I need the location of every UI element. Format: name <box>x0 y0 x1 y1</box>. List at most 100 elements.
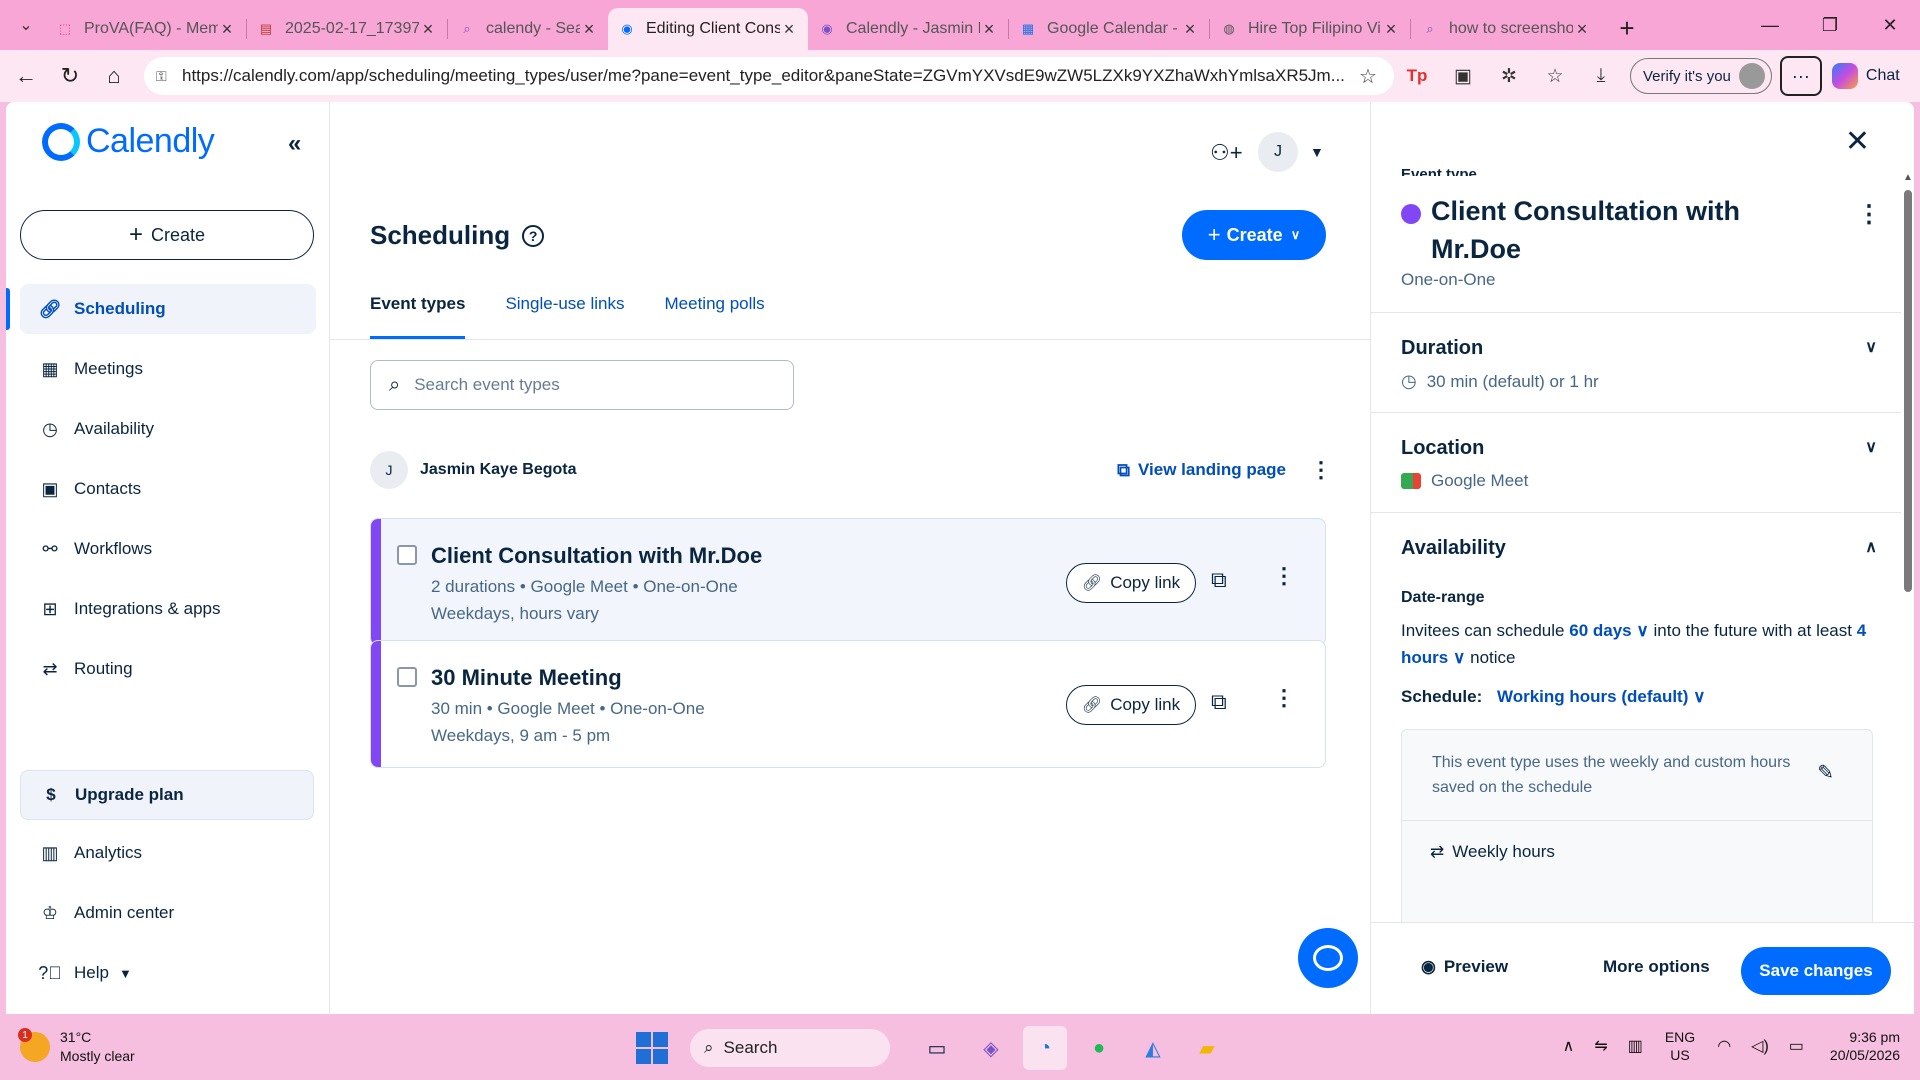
site-info-icon[interactable]: ⚿ <box>156 68 182 85</box>
tray-app-icon[interactable]: ▥ <box>1628 1036 1643 1056</box>
save-changes-button[interactable]: Save changes <box>1741 947 1891 995</box>
preview-button[interactable]: ◉ Preview <box>1421 957 1508 977</box>
browser-tab-1[interactable]: ⬚ ProVA(FAQ) - Mem × <box>46 10 246 48</box>
support-chat-button[interactable] <box>1298 928 1358 988</box>
event-checkbox[interactable] <box>397 545 417 565</box>
search-input[interactable] <box>414 375 755 395</box>
share-icon[interactable]: ⧉ <box>1211 689 1227 715</box>
sidebar-item-analytics[interactable]: ▥ Analytics <box>20 828 316 878</box>
wifi-icon[interactable]: ◠ <box>1717 1036 1731 1056</box>
close-icon[interactable]: × <box>1382 19 1400 40</box>
collapse-sidebar-icon[interactable]: « <box>288 130 301 158</box>
event-name[interactable]: Client Consultation with Mr.Doe <box>431 543 762 569</box>
event-checkbox[interactable] <box>397 667 417 687</box>
duration-section[interactable]: Duration ∨ ◷ 30 min (default) or 1 hr <box>1371 312 1901 412</box>
close-icon[interactable]: × <box>419 19 437 40</box>
caret-down-icon[interactable]: ▼ <box>1310 144 1324 160</box>
close-window-icon[interactable]: ✕ <box>1860 0 1920 50</box>
sidebar-item-availability[interactable]: ◷ Availability <box>20 404 316 454</box>
event-name[interactable]: 30 Minute Meeting <box>431 665 622 691</box>
create-event-button[interactable]: + Create ∨ <box>1182 210 1326 260</box>
tab-single-use-links[interactable]: Single-use links <box>505 292 624 342</box>
close-icon[interactable]: × <box>1573 19 1591 40</box>
sidebar-item-meetings[interactable]: ▦ Meetings <box>20 344 316 394</box>
upgrade-plan-button[interactable]: $ Upgrade plan <box>20 770 314 820</box>
chevron-up-icon[interactable]: ∧ <box>1865 537 1877 557</box>
sidebar-item-integrations[interactable]: ⊞ Integrations & apps <box>20 584 316 634</box>
view-landing-page-link[interactable]: ⧉ View landing page <box>1117 460 1286 481</box>
browser-tab-3[interactable]: ⌕ calendy - Search × <box>448 10 608 48</box>
battery-icon[interactable]: ▭ <box>1789 1036 1804 1056</box>
close-icon[interactable]: × <box>580 19 598 40</box>
days-dropdown[interactable]: 60 days ∨ <box>1569 621 1649 640</box>
back-button[interactable]: ← <box>4 56 48 96</box>
sidebar-create-button[interactable]: + Create <box>20 210 314 260</box>
edge-browser-icon[interactable]: ◔ <box>1023 1026 1067 1070</box>
browser-tab-6[interactable]: ▦ Google Calendar - × <box>1009 10 1209 48</box>
url-text[interactable]: https://calendly.com/app/scheduling/meet… <box>182 66 1354 86</box>
minimize-icon[interactable]: — <box>1740 0 1800 50</box>
more-options-button[interactable]: More options <box>1603 957 1710 977</box>
volume-icon[interactable]: ◁) <box>1751 1036 1769 1056</box>
tab-list-button[interactable]: ⌄ <box>6 8 46 42</box>
extension-icon[interactable]: ▣ <box>1440 56 1486 96</box>
spotify-icon[interactable]: ● <box>1077 1026 1121 1070</box>
browser-tab-2[interactable]: ▤ 2025-02-17_17397 × <box>247 10 447 48</box>
event-color-dot[interactable] <box>1401 204 1421 224</box>
tab-event-types[interactable]: Event types <box>370 292 466 342</box>
close-icon[interactable]: × <box>980 19 998 40</box>
verify-profile-button[interactable]: Verify it's you <box>1630 58 1772 94</box>
sidebar-item-workflows[interactable]: ⚯ Workflows <box>20 524 316 574</box>
language-indicator[interactable]: ENG US <box>1665 1028 1695 1064</box>
close-icon[interactable]: × <box>218 19 236 40</box>
favorites-icon[interactable]: ☆ <box>1532 56 1578 96</box>
task-view-icon[interactable]: ▭ <box>915 1026 959 1070</box>
windows-start-icon[interactable] <box>636 1032 668 1064</box>
tray-app-icon[interactable]: ⇋ <box>1594 1036 1607 1056</box>
close-icon[interactable]: × <box>1181 19 1199 40</box>
chevron-down-icon[interactable]: ∨ <box>1865 337 1877 357</box>
photos-icon[interactable]: ◭ <box>1131 1026 1175 1070</box>
weather-widget[interactable]: 1 31°C Mostly clear <box>18 1028 135 1066</box>
chevron-up-icon[interactable]: ∧ <box>1563 1036 1575 1056</box>
home-button[interactable]: ⌂ <box>92 56 136 96</box>
sidebar-item-admin-center[interactable]: ♔ Admin center <box>20 888 316 938</box>
chevron-down-icon[interactable]: ∨ <box>1865 437 1877 457</box>
help-icon[interactable]: ? <box>522 224 545 247</box>
more-vertical-icon[interactable]: ⋮ <box>1857 200 1881 229</box>
sidebar-item-scheduling[interactable]: 🔗︎ Scheduling <box>6 284 316 334</box>
browser-tab-7[interactable]: ◍ Hire Top Filipino Vi × <box>1210 10 1410 48</box>
schedule-dropdown[interactable]: Working hours (default) ∨ <box>1497 687 1706 706</box>
event-type-card[interactable]: 30 Minute Meeting 30 min • Google Meet •… <box>370 640 1326 768</box>
more-vertical-icon[interactable]: ⋮ <box>1273 685 1295 711</box>
panel-scrollbar[interactable]: ▲ ▼ <box>1903 172 1913 932</box>
event-type-card[interactable]: Client Consultation with Mr.Doe 2 durati… <box>370 518 1326 646</box>
browser-tab-8[interactable]: ⌕ how to screenshot × <box>1411 10 1601 48</box>
copilot-chat-button[interactable]: Chat <box>1831 63 1900 89</box>
download-icon[interactable]: ⤓ <box>1578 56 1624 96</box>
close-icon[interactable]: × <box>780 19 798 40</box>
location-section[interactable]: Location ∨ Google Meet <box>1371 412 1901 512</box>
calendly-logo[interactable]: Calendly <box>42 122 215 161</box>
browser-menu-button[interactable]: ··· <box>1779 56 1822 96</box>
invite-user-icon[interactable]: ⚇+ <box>1210 140 1243 166</box>
user-avatar[interactable]: J <box>1258 132 1298 172</box>
browser-tab-4[interactable]: ◉ Editing Client Consu × <box>608 8 808 50</box>
more-vertical-icon[interactable]: ⋮ <box>1310 457 1332 483</box>
file-explorer-icon[interactable]: ▰ <box>1185 1026 1229 1070</box>
search-box[interactable]: ⌕ <box>370 360 794 410</box>
pencil-icon[interactable]: ✎ <box>1817 760 1834 785</box>
copilot-icon[interactable]: ◈ <box>969 1026 1013 1070</box>
scrollbar-thumb[interactable] <box>1904 190 1912 592</box>
more-vertical-icon[interactable]: ⋮ <box>1273 563 1295 589</box>
sidebar-item-contacts[interactable]: ▣ Contacts <box>20 464 316 514</box>
new-tab-button[interactable]: + <box>1607 13 1647 44</box>
clock[interactable]: 9:36 pm 20/05/2026 <box>1830 1028 1900 1064</box>
browser-tab-5[interactable]: ◉ Calendly - Jasmin K × <box>808 10 1008 48</box>
puzzle-icon[interactable]: ✲ <box>1486 56 1532 96</box>
address-bar[interactable]: ⚿ https://calendly.com/app/scheduling/me… <box>144 57 1394 95</box>
star-icon[interactable]: ☆ <box>1354 64 1382 89</box>
close-panel-icon[interactable]: ✕ <box>1845 124 1870 159</box>
tab-meeting-polls[interactable]: Meeting polls <box>665 292 765 342</box>
copy-link-button[interactable]: 🔗︎ Copy link <box>1066 685 1196 725</box>
